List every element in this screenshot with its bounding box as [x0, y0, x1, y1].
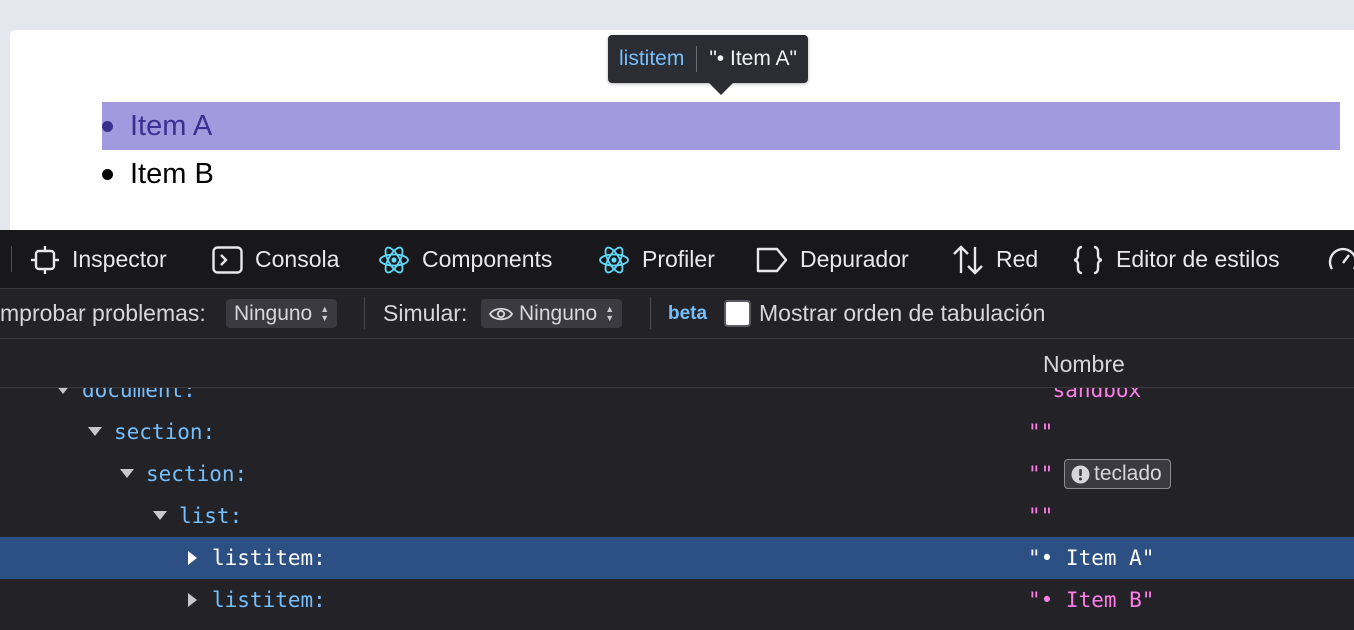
- preview-list: Item A Item B: [102, 102, 1340, 198]
- tree-row[interactable]: section: "" teclado: [0, 453, 1354, 495]
- tab-order-checkbox[interactable]: [724, 300, 751, 327]
- tab-network[interactable]: Red: [952, 230, 1038, 289]
- accessibility-toolbar: mprobar problemas: Ninguno ▲ ▼ Simular: N…: [0, 289, 1354, 339]
- tree-role: listitem:: [212, 588, 326, 612]
- expanded-twisty-icon[interactable]: [56, 388, 70, 411]
- preview-list-item-b[interactable]: Item B: [102, 150, 1340, 198]
- tree-row[interactable]: document: "sandbox": [0, 388, 1354, 411]
- braces-icon: [1073, 245, 1103, 274]
- accessibility-highlighter-tooltip: listitem "• Item A": [608, 35, 808, 95]
- console-icon: [212, 245, 243, 274]
- expanded-twisty-icon[interactable]: [88, 411, 102, 453]
- badge-label: teclado: [1094, 462, 1162, 485]
- keyboard-issue-badge[interactable]: teclado: [1064, 459, 1171, 489]
- tab-debugger[interactable]: Depurador: [756, 230, 909, 289]
- tab-bar-separator: [11, 246, 12, 272]
- tree-role: document:: [82, 388, 196, 402]
- tree-role: section:: [114, 420, 216, 444]
- tooltip-arrow: [708, 82, 734, 95]
- preview-list-item-a[interactable]: Item A: [102, 102, 1340, 150]
- network-arrows-icon: [953, 244, 983, 275]
- tree-name: "sandbox": [1040, 388, 1154, 402]
- react-icon: [379, 246, 409, 273]
- expanded-twisty-icon[interactable]: [120, 453, 134, 495]
- toolbar-separator: [650, 297, 651, 329]
- tab-console[interactable]: Consola: [212, 230, 339, 289]
- toolbar-separator: [364, 297, 365, 329]
- preview-item-label: Item A: [130, 109, 213, 142]
- react-icon: [599, 246, 629, 273]
- devtools-tab-bar: Inspector Consola Components Profiler De…: [0, 230, 1354, 289]
- tree-row-selected[interactable]: listitem: "• Item A": [0, 537, 1354, 579]
- beta-badge: beta: [668, 302, 708, 324]
- collapsed-twisty-icon[interactable]: [188, 579, 198, 621]
- tree-row[interactable]: section: "": [0, 411, 1354, 453]
- tab-label: Inspector: [72, 246, 167, 272]
- simulate-select[interactable]: Ninguno ▲ ▼: [481, 299, 623, 328]
- tab-profiler[interactable]: Profiler: [598, 230, 715, 289]
- simulate-value: Ninguno: [519, 301, 598, 325]
- check-issues-value: Ninguno: [234, 301, 313, 325]
- select-updown-icon: ▲ ▼: [605, 303, 615, 323]
- tab-label: Consola: [255, 246, 340, 272]
- tooltip-role: listitem: [619, 47, 685, 70]
- bullet-icon: [102, 121, 113, 132]
- tree-row[interactable]: list: "": [0, 495, 1354, 537]
- tree-column-header: Nombre: [0, 339, 1354, 388]
- column-name-header[interactable]: Nombre: [1043, 351, 1125, 378]
- tab-inspector[interactable]: Inspector: [30, 230, 167, 289]
- tab-performance[interactable]: [1328, 230, 1354, 289]
- tab-order-label[interactable]: Mostrar orden de tabulación: [759, 289, 1045, 338]
- tree-name: "• Item B": [1028, 588, 1155, 612]
- collapsed-twisty-icon[interactable]: [188, 537, 198, 579]
- select-updown-icon: ▲ ▼: [320, 303, 330, 323]
- tooltip-separator: [696, 46, 698, 72]
- tab-components[interactable]: Components: [378, 230, 552, 289]
- alert-icon: [1071, 465, 1090, 483]
- eye-icon: [489, 307, 513, 320]
- tree-role: list:: [179, 504, 243, 528]
- tab-label: Components: [422, 246, 553, 272]
- check-issues-select[interactable]: Ninguno ▲ ▼: [226, 299, 338, 328]
- tab-style-editor[interactable]: Editor de estilos: [1072, 230, 1280, 289]
- tab-label: Red: [996, 246, 1039, 272]
- tree-name: "": [1028, 504, 1054, 528]
- gauge-icon: [1328, 247, 1354, 270]
- debugger-icon: [756, 247, 788, 272]
- accessibility-tree: document: "sandbox" section: "" section:…: [0, 388, 1354, 630]
- tab-label: Editor de estilos: [1116, 246, 1280, 272]
- tab-label: Profiler: [642, 246, 715, 272]
- expanded-twisty-icon[interactable]: [153, 495, 167, 537]
- inspector-icon: [31, 245, 59, 274]
- tree-name: "• Item A": [1028, 546, 1155, 570]
- check-issues-label: mprobar problemas:: [0, 300, 206, 326]
- tree-role: listitem:: [212, 546, 326, 570]
- tree-name: "": [1028, 462, 1054, 486]
- bullet-icon: [102, 169, 113, 180]
- preview-item-label: Item B: [130, 157, 214, 190]
- simulate-label: Simular:: [383, 300, 468, 326]
- devtools-panel: Inspector Consola Components Profiler De…: [0, 230, 1354, 630]
- tree-role: section:: [146, 462, 248, 486]
- tooltip-name: "• Item A": [709, 47, 797, 70]
- tree-name: "": [1028, 420, 1054, 444]
- tree-row[interactable]: listitem: "• Item B": [0, 579, 1354, 621]
- tab-label: Depurador: [800, 246, 909, 272]
